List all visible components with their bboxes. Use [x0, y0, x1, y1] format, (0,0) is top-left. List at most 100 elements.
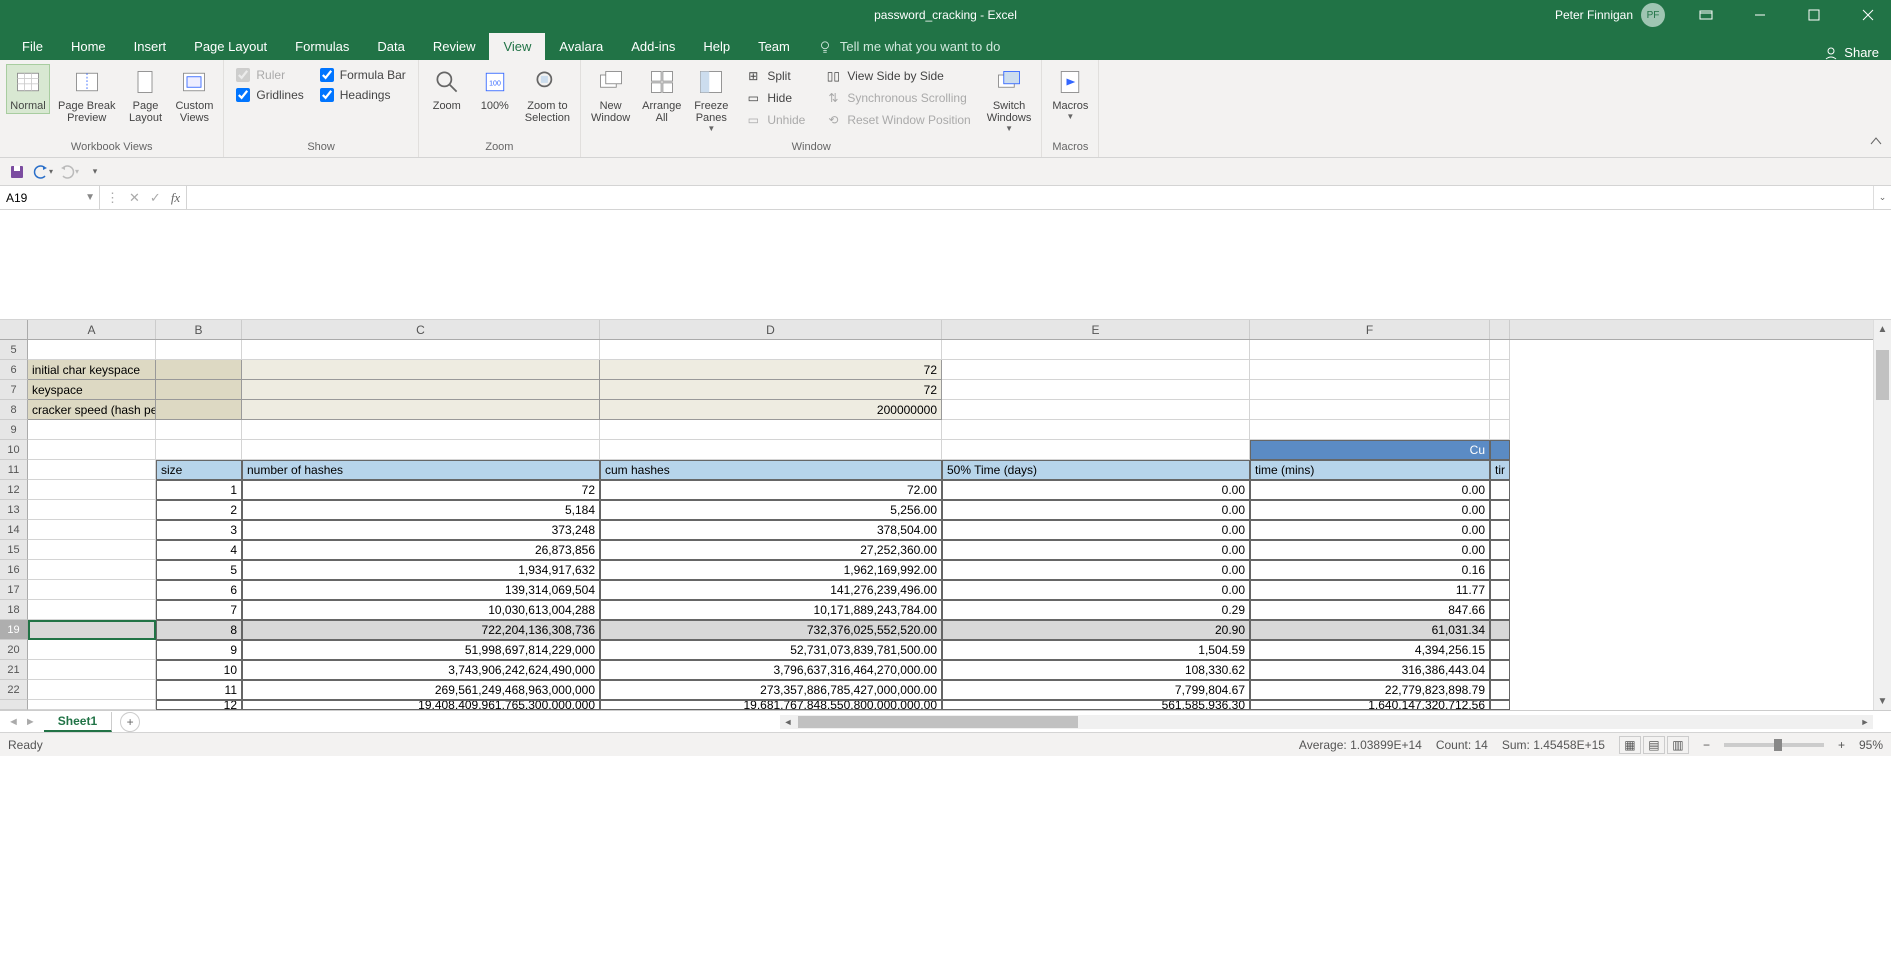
- col-header-f[interactable]: F: [1250, 320, 1490, 339]
- cell[interactable]: tir: [1490, 460, 1510, 480]
- table-header[interactable]: number of hashes: [242, 460, 600, 480]
- cell[interactable]: [1490, 360, 1510, 380]
- cell[interactable]: [1490, 440, 1510, 460]
- table-cell[interactable]: 1: [156, 480, 242, 500]
- table-cell[interactable]: 847.66: [1250, 600, 1490, 620]
- table-cell[interactable]: 22,779,823,898.79: [1250, 680, 1490, 700]
- new-window-button[interactable]: New Window: [587, 64, 634, 126]
- tell-me[interactable]: Tell me what you want to do: [804, 33, 1014, 60]
- zoom-slider-knob[interactable]: [1774, 739, 1782, 751]
- row-header-10[interactable]: 10: [0, 440, 28, 460]
- table-cell[interactable]: 0.00: [1250, 480, 1490, 500]
- row-header-7[interactable]: 7: [0, 380, 28, 400]
- col-header-a[interactable]: A: [28, 320, 156, 339]
- row-header-16[interactable]: 16: [0, 560, 28, 580]
- zoom-button[interactable]: Zoom: [425, 64, 469, 114]
- hide-button[interactable]: ▭Hide: [741, 88, 809, 108]
- normal-view-status-button[interactable]: ▦: [1619, 736, 1641, 754]
- table-cell[interactable]: 0.00: [942, 480, 1250, 500]
- collapse-ribbon-button[interactable]: [1869, 134, 1883, 153]
- zoom-in-button[interactable]: +: [1838, 738, 1845, 752]
- table-cell[interactable]: 9: [156, 640, 242, 660]
- cell[interactable]: [1490, 540, 1510, 560]
- cell[interactable]: [942, 420, 1250, 440]
- cell[interactable]: [1250, 400, 1490, 420]
- cell[interactable]: [1490, 560, 1510, 580]
- table-cell[interactable]: 316,386,443.04: [1250, 660, 1490, 680]
- table-header[interactable]: time (mins): [1250, 460, 1490, 480]
- cell[interactable]: [156, 380, 242, 400]
- cell[interactable]: 72: [600, 360, 942, 380]
- row-header-9[interactable]: 9: [0, 420, 28, 440]
- cell[interactable]: [1490, 580, 1510, 600]
- cell[interactable]: [942, 400, 1250, 420]
- cell[interactable]: [1490, 420, 1510, 440]
- row-header-15[interactable]: 15: [0, 540, 28, 560]
- table-cell[interactable]: 141,276,239,496.00: [600, 580, 942, 600]
- cell[interactable]: [942, 440, 1250, 460]
- cell[interactable]: [28, 600, 156, 620]
- cell[interactable]: [242, 420, 600, 440]
- enter-button[interactable]: ✓: [150, 190, 161, 206]
- cell[interactable]: [28, 580, 156, 600]
- table-cell[interactable]: 373,248: [242, 520, 600, 540]
- cell[interactable]: [242, 440, 600, 460]
- cell[interactable]: [156, 360, 242, 380]
- split-button[interactable]: ⊞Split: [741, 66, 809, 86]
- cell[interactable]: [156, 340, 242, 360]
- sheet-nav[interactable]: ◄►: [0, 716, 44, 728]
- cell[interactable]: [28, 520, 156, 540]
- table-cell[interactable]: 0.00: [1250, 540, 1490, 560]
- cell[interactable]: [156, 420, 242, 440]
- cell[interactable]: [1490, 700, 1510, 710]
- scroll-left-arrow[interactable]: ◄: [780, 715, 796, 729]
- cell[interactable]: [28, 560, 156, 580]
- table-cell[interactable]: 72.00: [600, 480, 942, 500]
- table-cell[interactable]: 0.00: [1250, 520, 1490, 540]
- cell[interactable]: [156, 440, 242, 460]
- cell[interactable]: [28, 460, 156, 480]
- table-cell[interactable]: 5,256.00: [600, 500, 942, 520]
- cell[interactable]: [1490, 500, 1510, 520]
- table-cell[interactable]: 273,357,886,785,427,000,000.00: [600, 680, 942, 700]
- side-by-side-button[interactable]: ▯▯View Side by Side: [821, 66, 974, 86]
- cell[interactable]: [28, 340, 156, 360]
- table-cell[interactable]: 7,799,804.67: [942, 680, 1250, 700]
- cell[interactable]: [28, 680, 156, 700]
- table-cell[interactable]: 2: [156, 500, 242, 520]
- table-cell[interactable]: 5,184: [242, 500, 600, 520]
- table-cell[interactable]: 722,204,136,308,736: [242, 620, 600, 640]
- table-header[interactable]: size: [156, 460, 242, 480]
- cell[interactable]: [242, 400, 600, 420]
- headings-checkbox[interactable]: Headings: [320, 88, 406, 102]
- cell[interactable]: [1490, 640, 1510, 660]
- col-header-b[interactable]: B: [156, 320, 242, 339]
- normal-view-button[interactable]: Normal: [6, 64, 50, 114]
- tab-page-layout[interactable]: Page Layout: [180, 33, 281, 60]
- table-cell[interactable]: 3: [156, 520, 242, 540]
- table-cell[interactable]: 10: [156, 660, 242, 680]
- cell[interactable]: [28, 620, 156, 640]
- row-header-19[interactable]: 19: [0, 620, 28, 640]
- table-cell[interactable]: 0.00: [1250, 500, 1490, 520]
- tab-formulas[interactable]: Formulas: [281, 33, 363, 60]
- expand-formula-bar[interactable]: ⌄: [1873, 186, 1891, 209]
- cell[interactable]: [1490, 660, 1510, 680]
- gridlines-checkbox[interactable]: Gridlines: [236, 88, 303, 102]
- cell[interactable]: [1250, 340, 1490, 360]
- arrange-all-button[interactable]: Arrange All: [638, 64, 685, 126]
- table-cell[interactable]: 52,731,073,839,781,500.00: [600, 640, 942, 660]
- cell[interactable]: [1490, 600, 1510, 620]
- cell[interactable]: [600, 420, 942, 440]
- cell[interactable]: [1250, 360, 1490, 380]
- table-cell[interactable]: 732,376,025,552,520.00: [600, 620, 942, 640]
- scroll-down-arrow[interactable]: ▼: [1874, 692, 1891, 710]
- zoom-level[interactable]: 95%: [1859, 738, 1883, 752]
- table-cell[interactable]: 11: [156, 680, 242, 700]
- cancel-button[interactable]: ✕: [129, 190, 140, 206]
- cell[interactable]: [242, 340, 600, 360]
- custom-views-button[interactable]: Custom Views: [171, 64, 217, 126]
- user-account[interactable]: Peter Finnigan PF: [1545, 3, 1675, 27]
- cell[interactable]: 19,681,767,848,550,800,000,000.00: [600, 700, 942, 710]
- tab-avalara[interactable]: Avalara: [545, 33, 617, 60]
